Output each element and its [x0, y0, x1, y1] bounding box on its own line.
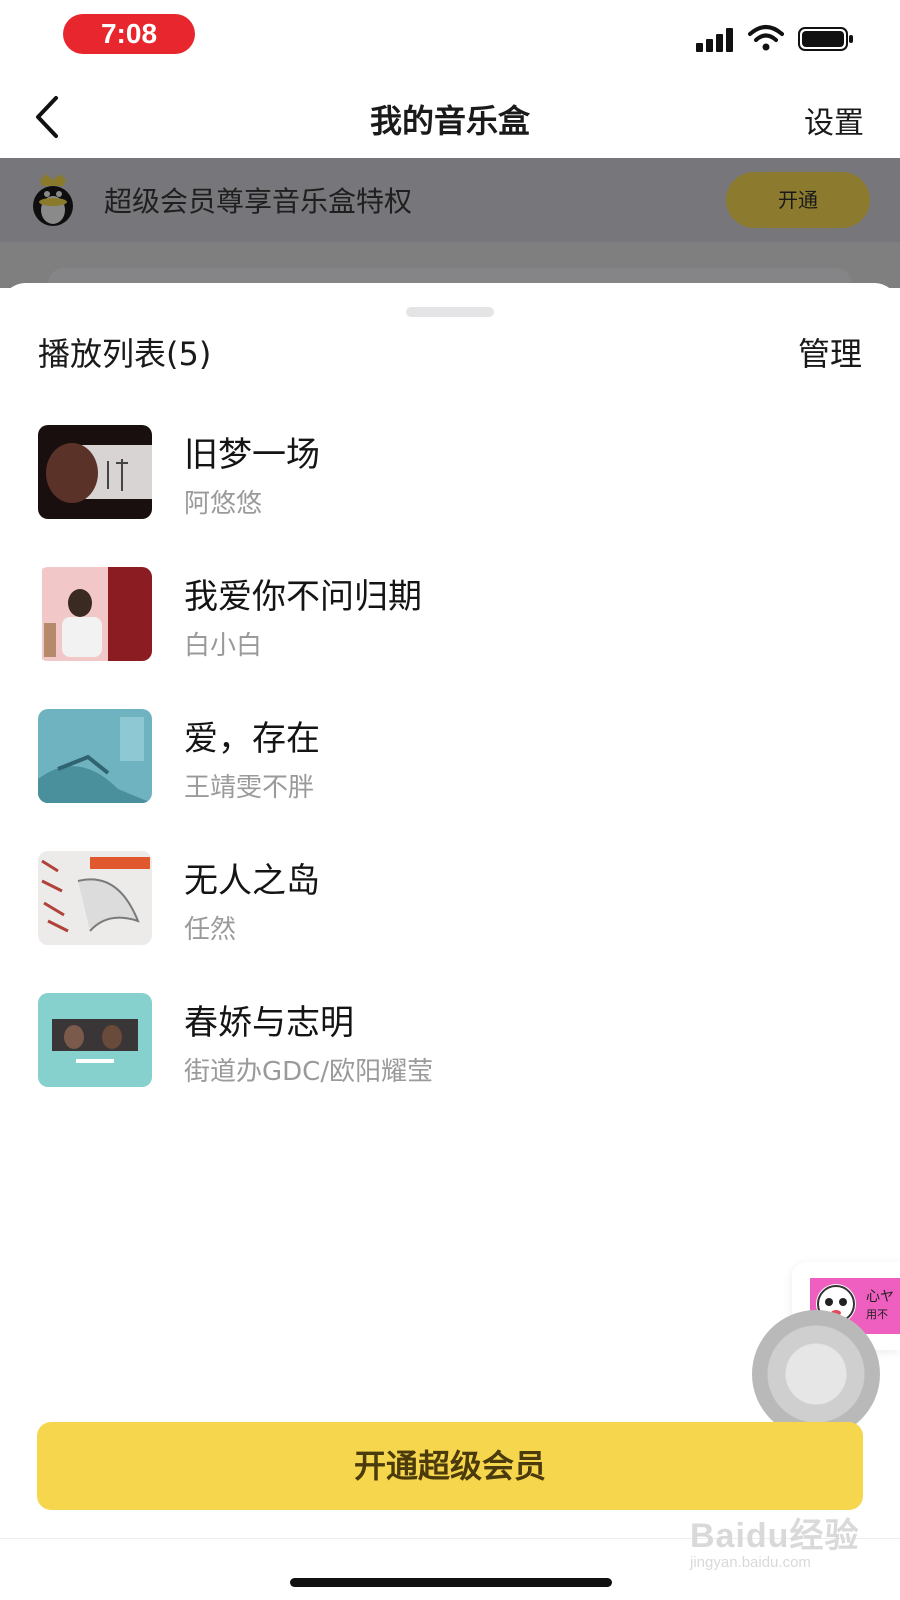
track-title: 旧梦一场: [184, 435, 320, 475]
sheet-grabber[interactable]: [406, 307, 494, 317]
track-title: 春娇与志明: [184, 1003, 354, 1043]
track-item[interactable]: 春娇与志明 街道办GDC/欧阳耀莹: [0, 993, 900, 1135]
track-list: 旧梦一场 阿悠悠 我爱你不问归期 白小白 爱，存在 王靖雯不胖 无人之岛 任然 …: [0, 425, 900, 1135]
open-super-vip-button[interactable]: 开通超级会员: [37, 1422, 863, 1510]
track-title: 我爱你不问归期: [184, 577, 422, 617]
track-item[interactable]: 无人之岛 任然: [0, 851, 900, 993]
status-bar: 7:08: [0, 0, 900, 78]
track-artist: 王靖雯不胖: [184, 773, 315, 803]
home-indicator[interactable]: [290, 1578, 612, 1587]
album-cover: [38, 567, 152, 661]
battery-icon: [798, 27, 853, 51]
assistive-touch-button[interactable]: [752, 1310, 880, 1438]
playlist-title: 播放列表(5): [38, 335, 212, 373]
qq-penguin-icon: [33, 174, 73, 226]
track-title: 无人之岛: [184, 861, 320, 901]
album-cover: [38, 425, 152, 519]
status-time: 7:08: [63, 14, 195, 54]
track-item[interactable]: 爱，存在 王靖雯不胖: [0, 709, 900, 851]
floating-promo-subtext: 用不: [866, 1308, 888, 1321]
watermark-url: jingyan.baidu.com: [690, 1554, 811, 1571]
settings-button[interactable]: 设置: [804, 98, 864, 142]
track-artist: 任然: [184, 915, 237, 945]
cellular-signal-icon: [696, 28, 736, 52]
album-cover: [38, 993, 152, 1087]
page-title: 我的音乐盒: [369, 102, 530, 140]
album-cover: [38, 851, 152, 945]
track-item[interactable]: 我爱你不问归期 白小白: [0, 567, 900, 709]
manage-button[interactable]: 管理: [798, 329, 862, 375]
floating-promo-text: 心ヤ: [866, 1289, 894, 1305]
watermark: Baidu经验 jingyan.baidu.com: [690, 1508, 860, 1578]
album-cover: [38, 709, 152, 803]
track-artist: 白小白: [184, 631, 263, 661]
track-item[interactable]: 旧梦一场 阿悠悠: [0, 425, 900, 567]
promo-banner: 超级会员尊享音乐盒特权 开通: [0, 158, 900, 242]
dimmed-background: 超级会员尊享音乐盒特权 开通: [0, 158, 900, 308]
sheet-header: 播放列表(5) 管理: [38, 329, 862, 379]
nav-bar: 我的音乐盒 设置: [0, 78, 900, 158]
promo-open-button[interactable]: 开通: [726, 172, 870, 228]
track-artist: 街道办GDC/欧阳耀莹: [184, 1057, 434, 1087]
promo-text: 超级会员尊享音乐盒特权: [104, 185, 413, 218]
wifi-icon: [748, 25, 784, 51]
track-artist: 阿悠悠: [184, 489, 263, 519]
watermark-logo: Baidu经验: [690, 1517, 860, 1555]
track-title: 爱，存在: [184, 719, 320, 759]
